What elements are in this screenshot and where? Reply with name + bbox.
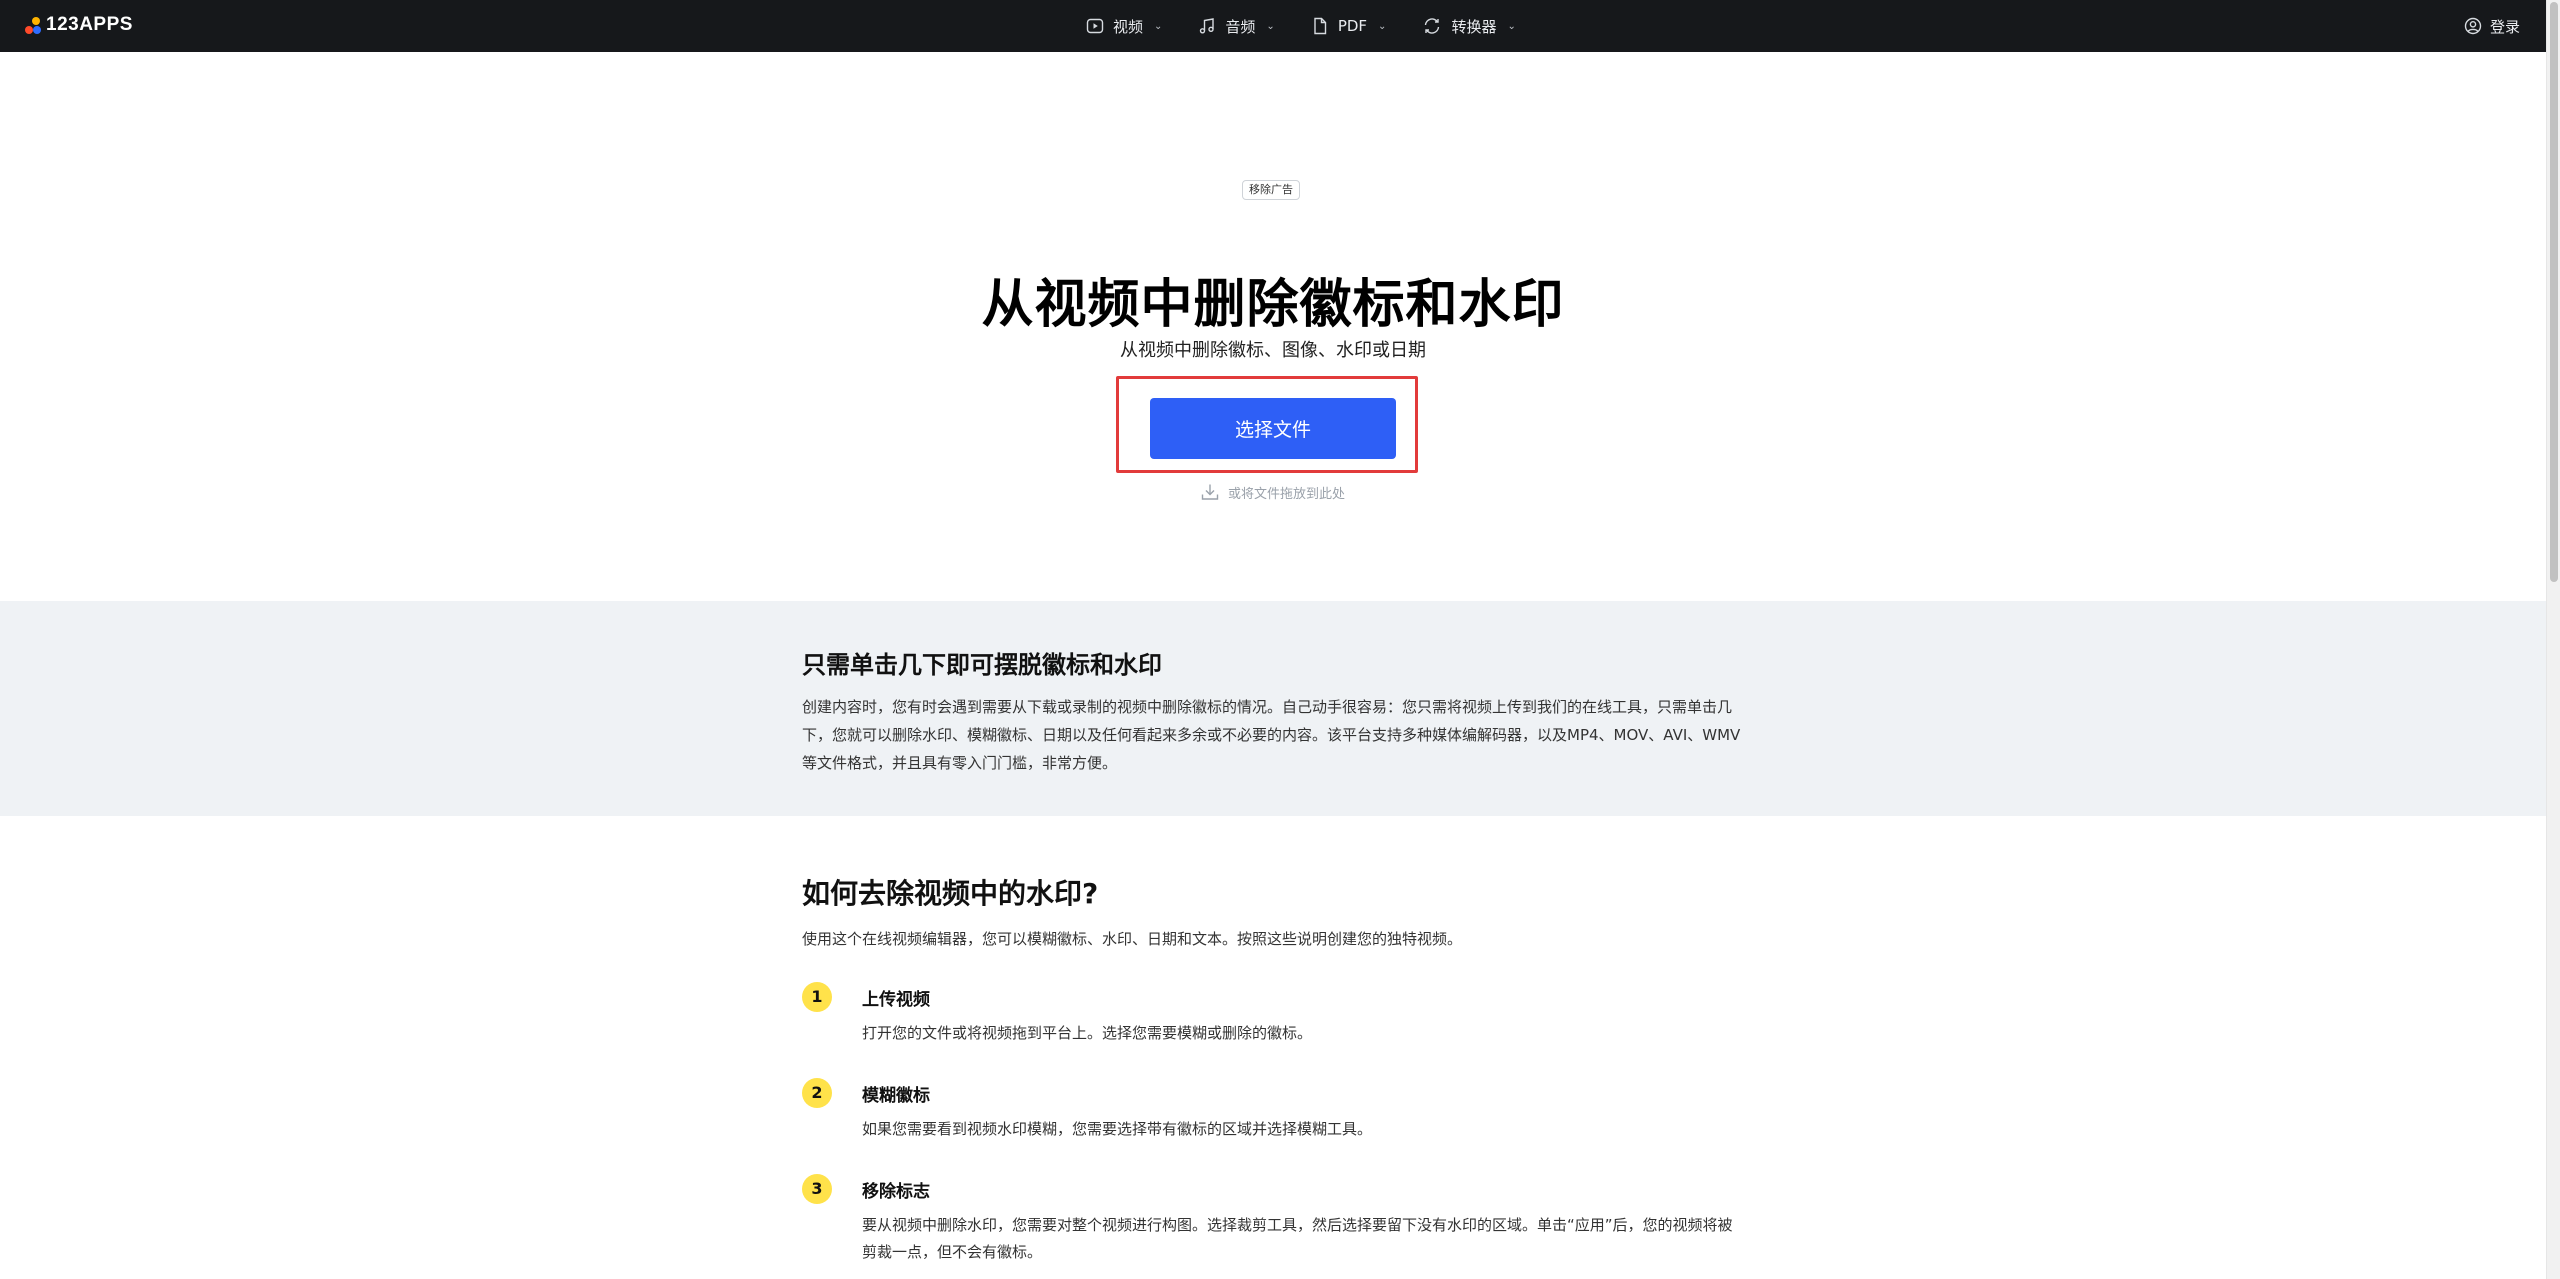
login-label: 登录	[2489, 17, 2520, 36]
remove-ads-button[interactable]: 移除广告	[1242, 180, 1300, 200]
step-number-badge: 2	[802, 1078, 832, 1108]
document-icon	[1314, 17, 1327, 35]
chevron-down-icon: ⌄	[1154, 20, 1163, 32]
chevron-down-icon: ⌄	[1507, 20, 1516, 32]
page-title: 从视频中删除徽标和水印	[981, 275, 1565, 335]
step-number-badge: 1	[802, 982, 832, 1012]
intro-body: 创建内容时，您有时会遇到需要从下载或录制的视频中删除徽标的情况。自己动手很容易：…	[802, 698, 1741, 772]
step-text: 如果您需要看到视频水印模糊，您需要选择带有徽标的区域并选择模糊工具。	[862, 1120, 1373, 1138]
download-tray-icon	[1201, 484, 1219, 500]
step-number-badge: 3	[802, 1174, 832, 1204]
step-title: 移除标志	[862, 1182, 930, 1202]
nav-label-converter: 转换器	[1451, 17, 1497, 36]
choose-file-button[interactable]: 选择文件	[1150, 398, 1396, 459]
howto-title: 如何去除视频中的水印?	[802, 877, 1099, 910]
video-play-icon	[1086, 18, 1104, 34]
intro-title: 只需单击几下即可摆脱徽标和水印	[802, 651, 1162, 679]
user-icon	[2464, 17, 2482, 35]
nav-item-audio[interactable]: 音频 ⌄	[1198, 16, 1275, 37]
page-scrollbar[interactable]	[2546, 0, 2560, 1279]
chevron-down-icon: ⌄	[1266, 20, 1275, 32]
page-subtitle: 从视频中删除徽标、图像、水印或日期	[1120, 340, 1426, 361]
drop-hint-label: 或将文件拖放到此处	[1228, 486, 1346, 502]
convert-icon	[1425, 18, 1440, 34]
scrollbar-thumb[interactable]	[2550, 2, 2558, 582]
logo[interactable]: 123APPS	[24, 14, 133, 36]
drop-zone-hint[interactable]: 或将文件拖放到此处	[1200, 482, 1345, 502]
nav-item-video[interactable]: 视频 ⌄	[1086, 16, 1162, 37]
nav-label-pdf: PDF	[1337, 17, 1368, 35]
chevron-down-icon: ⌄	[1378, 20, 1387, 32]
main-nav: 视频 ⌄ 音频 ⌄ PDF ⌄ 转换器 ⌄	[1086, 0, 1552, 52]
logo-text: 123APPS	[46, 14, 133, 35]
login-button[interactable]: 登录	[2464, 0, 2520, 52]
nav-item-pdf[interactable]: PDF ⌄	[1311, 17, 1387, 35]
step-title: 上传视频	[862, 990, 930, 1010]
music-note-icon	[1200, 18, 1215, 34]
nav-item-converter[interactable]: 转换器 ⌄	[1422, 16, 1516, 37]
intro-section: 只需单击几下即可摆脱徽标和水印 创建内容时，您有时会遇到需要从下载或录制的视频中…	[0, 601, 2546, 816]
howto-description: 使用这个在线视频编辑器，您可以模糊徽标、水印、日期和文本。按照这些说明创建您的独…	[802, 930, 1463, 948]
step-text: 打开您的文件或将视频拖到平台上。选择您需要模糊或删除的徽标。	[862, 1024, 1313, 1042]
nav-label-audio: 音频	[1225, 17, 1256, 36]
nav-label-video: 视频	[1113, 17, 1144, 36]
top-navigation-bar: 123APPS 视频 ⌄ 音频 ⌄ PDF ⌄ 转换器 ⌄ 登录	[0, 0, 2546, 52]
step-title: 模糊徽标	[862, 1086, 930, 1106]
logo-icon	[24, 16, 41, 34]
step-text: 要从视频中删除水印，您需要对整个视频进行构图。选择裁剪工具，然后选择要留下没有水…	[862, 1216, 1733, 1261]
